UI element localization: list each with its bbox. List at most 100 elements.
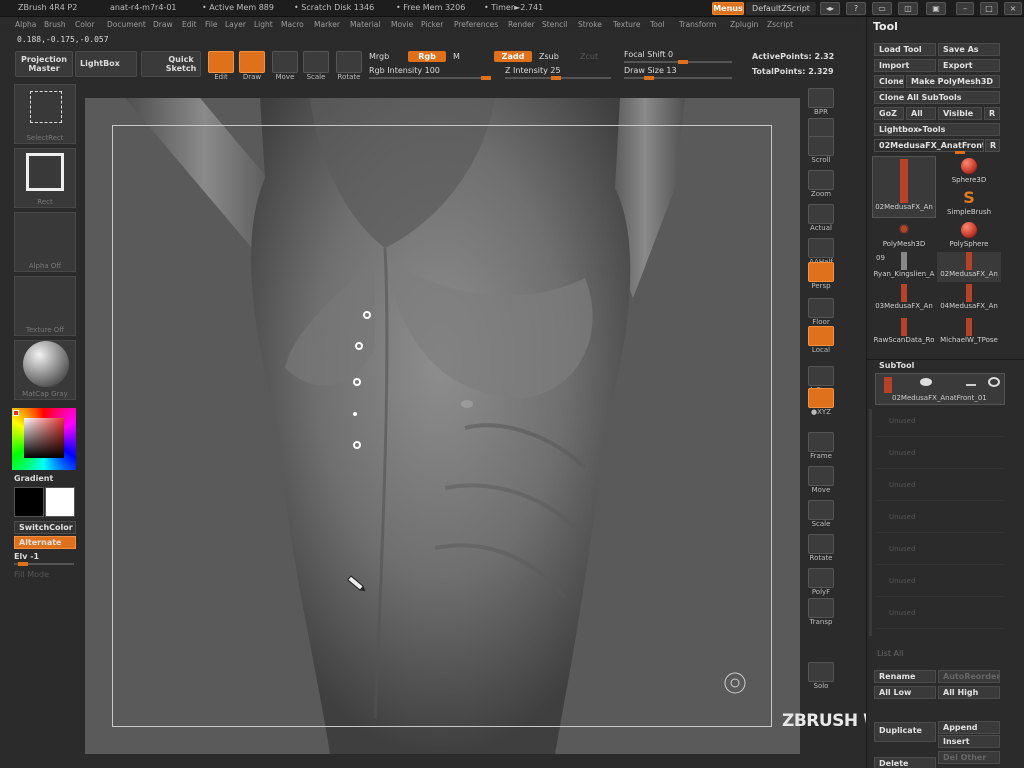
main-color-swatch[interactable]: [45, 487, 75, 517]
menu-brush[interactable]: Brush: [44, 20, 66, 29]
shelf-rotate-button[interactable]: Rotate: [806, 534, 836, 562]
select-rect-button[interactable]: SelectRect: [14, 84, 76, 144]
all-low-button[interactable]: All Low: [874, 686, 936, 699]
tool-tile[interactable]: ✹ PolyMesh3D: [872, 220, 936, 250]
shelf-zoom-button[interactable]: Zoom: [806, 170, 836, 198]
tool-tile[interactable]: PolySphere: [937, 220, 1001, 250]
default-zscript-button[interactable]: DefaultZScript: [746, 2, 816, 15]
shelf-floor-button[interactable]: Floor: [806, 298, 836, 326]
menu-picker[interactable]: Picker: [421, 20, 443, 29]
menu-stencil[interactable]: Stencil: [542, 20, 567, 29]
rect-brush-button[interactable]: Rect: [14, 148, 76, 208]
draw-size-slider[interactable]: [624, 76, 732, 80]
tool-tile[interactable]: RawScanData_Ro: [872, 318, 936, 348]
shelf-polyf-button[interactable]: PolyF: [806, 568, 836, 596]
duplicate-button[interactable]: Duplicate: [874, 722, 936, 742]
all-high-button[interactable]: All High: [938, 686, 1000, 699]
menu-layer[interactable]: Layer: [225, 20, 246, 29]
tool-tile[interactable]: MichaelW_TPose: [937, 318, 1001, 348]
menu-macro[interactable]: Macro: [281, 20, 304, 29]
zcut-toggle[interactable]: Zcut: [580, 52, 598, 61]
menu-light[interactable]: Light: [254, 20, 273, 29]
make-polymesh-button[interactable]: Make PolyMesh3D: [906, 75, 1000, 88]
rgb-toggle[interactable]: Rgb: [408, 51, 446, 62]
save-as-button[interactable]: Save As: [938, 43, 1000, 56]
document-canvas[interactable]: [85, 98, 800, 754]
eye-icon[interactable]: [988, 377, 1000, 387]
delete-button[interactable]: Delete: [874, 757, 936, 768]
help-icon[interactable]: ?: [846, 2, 866, 15]
menu-document[interactable]: Document: [107, 20, 146, 29]
texture-button[interactable]: Texture Off: [14, 276, 76, 336]
tool-tile[interactable]: 04MedusaFX_An: [937, 284, 1001, 314]
focal-shift-slider[interactable]: [624, 60, 732, 64]
projection-master-button[interactable]: Projection Master: [15, 51, 73, 77]
split-icon[interactable]: ◫: [898, 2, 918, 15]
menu-texture[interactable]: Texture: [613, 20, 640, 29]
minimize-icon[interactable]: –: [956, 2, 974, 15]
color-picker[interactable]: [12, 408, 76, 472]
menu-file[interactable]: File: [205, 20, 218, 29]
shelf-scale-button[interactable]: Scale: [806, 500, 836, 528]
draw-button[interactable]: Draw: [239, 51, 265, 81]
shelf-frame-button[interactable]: Frame: [806, 432, 836, 460]
lightbox-tools-button[interactable]: Lightbox▸Tools: [874, 123, 1000, 136]
shelf-persp-button[interactable]: Persp: [806, 262, 836, 290]
shelf-transp-button[interactable]: Transp: [806, 598, 836, 626]
menu-tool[interactable]: Tool: [650, 20, 665, 29]
z-intensity-slider[interactable]: [505, 76, 611, 80]
import-button[interactable]: Import: [874, 59, 936, 72]
menu-marker[interactable]: Marker: [314, 20, 340, 29]
rgb-intensity-slider[interactable]: [369, 76, 491, 80]
shelf-solo-button[interactable]: Solo: [806, 662, 836, 690]
subtool-item-active[interactable]: 02MedusaFX_AnatFront_01: [875, 373, 1005, 405]
shelf-bpr-button[interactable]: BPR: [806, 88, 836, 116]
mrgb-toggle[interactable]: Mrgb: [369, 52, 389, 61]
subtool-empty-slot[interactable]: Unused: [875, 535, 1005, 565]
shelf-local-button[interactable]: Local: [806, 326, 836, 354]
alternate-toggle[interactable]: Alternate: [14, 536, 76, 549]
edit-button[interactable]: Edit: [208, 51, 234, 81]
current-tool-r-button[interactable]: R: [985, 139, 1000, 152]
menu-preferences[interactable]: Preferences: [454, 20, 498, 29]
tool-tile[interactable]: 02MedusaFX_An: [872, 156, 936, 218]
rotate-button[interactable]: Rotate: [336, 51, 362, 81]
subtool-scrollbar[interactable]: [869, 409, 872, 636]
brush-icon[interactable]: [966, 378, 976, 386]
subtool-empty-slot[interactable]: Unused: [875, 407, 1005, 437]
append-button[interactable]: Append: [938, 721, 1000, 734]
arrows-icon[interactable]: ◂▸: [820, 2, 840, 15]
menu-alpha[interactable]: Alpha: [15, 20, 36, 29]
quick-sketch-button[interactable]: Quick Sketch: [141, 51, 201, 77]
saturation-square[interactable]: [24, 418, 64, 458]
polypaint-icon[interactable]: [920, 378, 932, 386]
menus-button[interactable]: Menus: [712, 2, 744, 15]
current-tool-slider[interactable]: 02MedusaFX_AnatFront: [874, 139, 984, 152]
list-all-button[interactable]: List All: [877, 649, 903, 658]
shelf-xyz-button[interactable]: ●XYZ: [806, 388, 836, 416]
shelf-scroll-button[interactable]: Scroll: [806, 136, 836, 164]
alpha-button[interactable]: Alpha Off: [14, 212, 76, 272]
tool-tile[interactable]: S SimpleBrush: [937, 188, 1001, 218]
close-icon[interactable]: ×: [1004, 2, 1022, 15]
menu-material[interactable]: Material: [350, 20, 380, 29]
scale-button[interactable]: Scale: [303, 51, 329, 81]
clone-all-subtools-button[interactable]: Clone All SubTools: [874, 91, 1000, 104]
menu-draw[interactable]: Draw: [153, 20, 173, 29]
menu-stroke[interactable]: Stroke: [578, 20, 602, 29]
move-button[interactable]: Move: [272, 51, 298, 81]
subtool-empty-slot[interactable]: Unused: [875, 471, 1005, 501]
subtool-empty-slot[interactable]: Unused: [875, 599, 1005, 629]
secondary-color-swatch[interactable]: [14, 487, 44, 517]
zadd-toggle[interactable]: Zadd: [494, 51, 532, 62]
shelf-move-button[interactable]: Move: [806, 466, 836, 494]
tool-tile[interactable]: 03MedusaFX_An: [872, 284, 936, 314]
menu-movie[interactable]: Movie: [391, 20, 413, 29]
insert-button[interactable]: Insert: [938, 735, 1000, 748]
menu-zscript[interactable]: Zscript: [767, 20, 793, 29]
elv-slider[interactable]: [14, 562, 74, 566]
shelf-actual-button[interactable]: Actual: [806, 204, 836, 232]
menu-edit[interactable]: Edit: [182, 20, 197, 29]
maximize-icon[interactable]: □: [980, 2, 998, 15]
export-button[interactable]: Export: [938, 59, 1000, 72]
